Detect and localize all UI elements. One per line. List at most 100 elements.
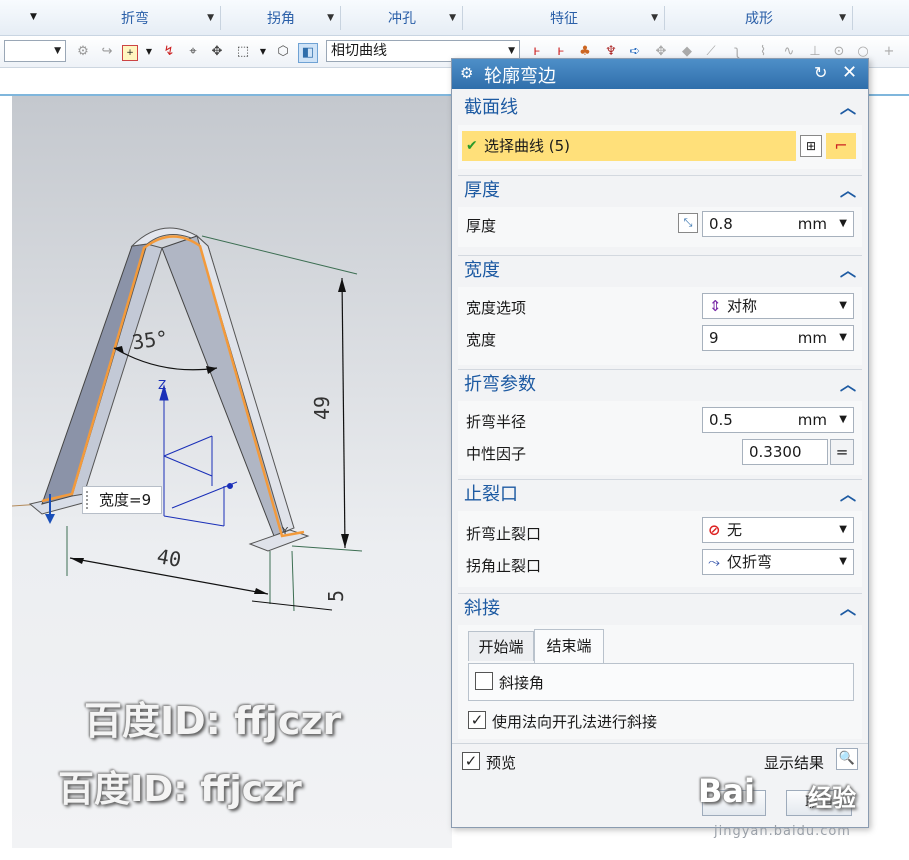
body-icon[interactable]: ⬡ [274,43,292,61]
select-curve-label: 选择曲线 (5) [484,137,571,155]
chevron-down-icon[interactable]: ▼ [30,12,37,22]
ribbon-group-bend[interactable]: 折弯 ▼ [50,0,220,36]
use-normal-checkbox[interactable]: ✓ [468,711,486,729]
ribbon-group-corner[interactable]: 拐角 ▼ [222,0,340,36]
filter-icon[interactable]: + [122,45,138,61]
rectangle-select-icon[interactable]: ⬚ [234,43,252,61]
unit-label: mm [797,329,827,347]
chevron-down-icon: ▼ [327,13,334,23]
curve-select-icon[interactable]: ⌐ [826,133,856,159]
dialog-title: 轮廓弯边 [484,66,556,87]
link-icon[interactable]: ↪ [98,43,116,61]
bend-radius-input[interactable]: 0.5 mm ▼ [702,407,854,433]
width-header[interactable]: 宽度 ︿ [458,255,862,285]
section-title: 厚度 [464,180,500,201]
tab-start-end[interactable]: 开始端 [468,631,534,661]
chevron-down-icon[interactable]: ▼ [839,326,847,350]
bend-radius-label: 折弯半径 [466,413,527,431]
divider [664,6,665,30]
symmetric-icon: ⇕ [709,297,722,315]
plus-icon[interactable]: + [880,43,898,61]
thickness-header[interactable]: 厚度 ︿ [458,175,862,205]
magnifier-icon[interactable]: 🔍 [836,748,858,770]
corner-relief-select[interactable]: ⤳ 仅折弯 ▼ [702,549,854,575]
ribbon-group-feature[interactable]: 特征 ▼ [464,0,664,36]
reset-icon[interactable]: ↻ [814,63,827,82]
miter-body: 开始端 结束端 斜接角 ✓ 使用法向开孔法进行斜接 [458,625,862,739]
thickness-dimension-label[interactable]: 5 [324,590,348,602]
thickness-dimension-line [251,600,333,611]
width-body: 宽度选项 ⇕ 对称 ▼ 宽度 9 mm ▼ [458,287,862,365]
chevron-down-icon[interactable]: ▼ [839,408,847,432]
chevron-down-icon[interactable]: ▼ [140,43,158,61]
chevron-down-icon: ▼ [839,556,847,567]
thickness-label: 厚度 [466,217,497,235]
ribbon-group-label: 特征 [550,11,578,27]
k-factor-input[interactable]: 0.3300 [742,439,828,465]
snap-icon[interactable]: ⚙ [74,43,92,61]
axis-y-label: Y [282,526,289,537]
baidu-logo-watermark: 经验 [808,784,856,812]
length-dimension-label[interactable]: 40 [155,544,183,572]
corner-relief-value: 仅折弯 [727,553,773,571]
face-select-icon[interactable]: ◧ [298,43,318,63]
combo-value: 相切曲线 [331,43,387,59]
bend-params-header[interactable]: 折弯参数 ︿ [458,369,862,399]
arrow-head [45,514,55,524]
width-input-tip[interactable]: 宽度=9 [82,486,162,514]
chevron-down-icon[interactable]: ▼ [839,212,847,236]
thickness-input[interactable]: 0.8 mm ▼ [702,211,854,237]
k-factor-label: 中性因子 [466,445,527,463]
width-option-select[interactable]: ⇕ 对称 ▼ [702,293,854,319]
miter-header[interactable]: 斜接 ︿ [458,593,862,623]
right-leg-face [196,234,295,533]
collapse-icon: ︿ [839,599,856,618]
baidu-id-watermark: 百度ID: ffjczr [58,769,302,810]
angle-dimension-label[interactable]: 35° [131,326,170,355]
dialog-title-bar[interactable]: ⚙ 轮廓弯边 ↻ ✕ [452,59,868,89]
miter-angle-checkbox[interactable] [475,672,493,690]
thickness-value: 0.8 [709,215,733,233]
extension-line [201,235,358,275]
chevron-down-icon: ▼ [651,13,658,23]
section-title: 截面线 [464,97,518,118]
section-curve-body: ✔ 选择曲线 (5) ⊞ ⌐ [458,125,862,169]
bend-relief-value: 无 [727,521,743,539]
bend-relief-select[interactable]: ⊘ 无 ▼ [702,517,854,543]
close-icon[interactable]: ✕ [842,62,857,83]
sketch-section-icon[interactable]: ⊞ [800,135,822,157]
preview-label: 预览 [486,754,517,772]
width-input[interactable]: 9 mm ▼ [702,325,854,351]
collapse-icon: ︿ [839,375,856,394]
section-curve-header[interactable]: 截面线 ︿ [458,93,862,123]
use-normal-label: 使用法向开孔法进行斜接 [492,713,658,731]
formula-button[interactable]: = [830,439,854,465]
ribbon-group-label: 冲孔 [388,11,416,27]
point-snap-icon[interactable]: ↯ [160,43,178,61]
ribbon-group-label: 折弯 [121,11,149,27]
ribbon-group-punch[interactable]: 冲孔 ▼ [342,0,462,36]
type-filter-combo[interactable]: ▼ [4,40,66,62]
drag-handle-icon[interactable] [86,491,92,509]
divider [220,6,221,30]
width-value: 9 [709,329,719,347]
chevron-down-icon: ▼ [839,13,846,23]
relief-header[interactable]: 止裂口 ︿ [458,479,862,509]
select-curve-row[interactable]: ✔ 选择曲线 (5) [462,131,796,161]
chevron-down-icon: ▼ [839,300,847,311]
preview-checkbox[interactable]: ✓ [462,752,480,770]
arrow-head [341,534,349,548]
baidu-logo-watermark: Bai [698,772,755,810]
reverse-direction-icon[interactable]: ⤡ [678,213,698,233]
ribbon-group-form[interactable]: 成形 ▼ [666,0,852,36]
chevron-down-icon: ▼ [839,524,847,535]
section-title: 宽度 [464,260,500,281]
tab-finish-end[interactable]: 结束端 [534,629,604,663]
chevron-down-icon[interactable]: ▼ [254,43,272,61]
feature-select-icon[interactable]: ✥ [208,43,226,61]
height-dimension-label[interactable]: 49 [310,396,334,420]
collapse-icon: ︿ [839,181,856,200]
arrow-head [70,558,84,564]
endpoint-icon[interactable]: ⌖ [184,43,202,61]
width-label: 宽度 [466,331,497,349]
